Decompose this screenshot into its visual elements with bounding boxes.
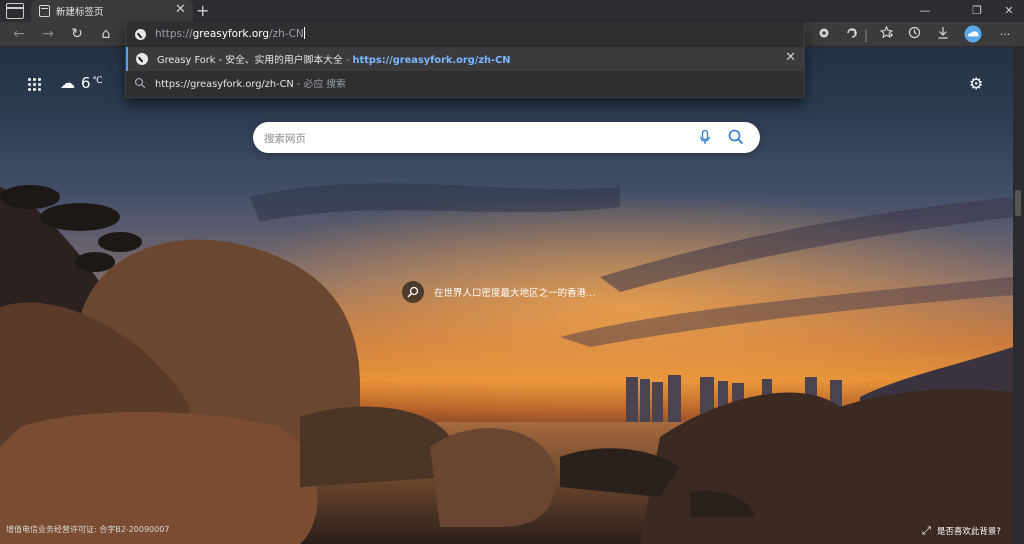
suggestion-text: Greasy Fork - 安全、实用的用户脚本大全 - https://gre… xyxy=(157,52,510,66)
url-path: /zh-CN xyxy=(269,28,304,40)
refresh-button[interactable]: ↻ xyxy=(66,24,88,44)
suggestion-item[interactable]: https://greasyfork.org/zh-CN - 必应 搜索 xyxy=(126,71,804,95)
weather-unit: ℃ xyxy=(92,76,103,86)
suggestion-item[interactable]: Greasy Fork - 安全、实用的用户脚本大全 - https://gre… xyxy=(126,47,804,71)
image-caption[interactable]: 在世界人口密度最大地区之一的香港… xyxy=(434,285,596,299)
profile-icon[interactable] xyxy=(963,25,983,45)
suggestion-url: https://greasyfork.org/zh-CN xyxy=(352,55,511,66)
tab-new-tab[interactable]: 新建标签页 ✕ xyxy=(31,0,193,22)
like-background-text: 是否喜欢此背景? xyxy=(936,527,1001,537)
address-bar[interactable]: https://greasyfork.org/zh-CN xyxy=(126,22,804,47)
history-icon[interactable] xyxy=(904,25,924,45)
sidebar-toggle-handle[interactable] xyxy=(1015,190,1021,216)
greasyfork-favicon-icon xyxy=(136,53,148,65)
address-input[interactable]: https://greasyfork.org/zh-CN xyxy=(155,27,305,40)
suggestion-title: Greasy Fork - 安全、实用的用户脚本大全 xyxy=(157,55,343,66)
search-icon xyxy=(134,77,146,89)
feedback-link[interactable]: ⤢ 是否喜欢此背景? xyxy=(922,524,1001,538)
maximize-button[interactable]: ❐ xyxy=(962,0,992,22)
new-tab-button[interactable]: + xyxy=(196,0,209,21)
sidebar-edge xyxy=(1013,47,1024,544)
cloud-icon: ☁ xyxy=(60,74,75,92)
license-text: 增值电信业务经营许可证: 合字B2-20090007 xyxy=(6,525,170,534)
close-window-button[interactable]: ✕ xyxy=(994,0,1024,22)
search-icon[interactable] xyxy=(728,129,744,145)
suggestion-text: https://greasyfork.org/zh-CN - 必应 搜索 xyxy=(155,76,346,90)
weather-widget[interactable]: ☁ 6 ℃ xyxy=(60,74,103,92)
weather-temperature: 6 xyxy=(81,74,91,92)
tab-strip: 新建标签页 ✕ + — ❐ ✕ xyxy=(0,0,1024,22)
url-scheme: https:// xyxy=(155,28,193,40)
web-search-box[interactable]: 搜索网页 xyxy=(253,122,760,153)
tab-title: 新建标签页 xyxy=(56,7,104,18)
text-caret xyxy=(303,27,305,39)
apps-grid-icon[interactable] xyxy=(28,78,41,91)
more-icon[interactable]: ··· xyxy=(995,25,1015,45)
home-button[interactable]: ⌂ xyxy=(95,24,117,44)
image-search-icon[interactable] xyxy=(402,281,424,303)
remove-suggestion-icon[interactable]: ✕ xyxy=(785,50,796,66)
image-info[interactable]: 在世界人口密度最大地区之一的香港… xyxy=(402,281,596,303)
suggestion-query: https://greasyfork.org/zh-CN xyxy=(155,79,294,90)
expand-icon: ⤢ xyxy=(922,524,931,537)
extension-icon[interactable] xyxy=(814,25,834,45)
microphone-icon[interactable] xyxy=(700,130,710,145)
extension-icon[interactable] xyxy=(842,25,862,45)
forward-button[interactable]: → xyxy=(37,24,59,44)
url-host: greasyfork.org xyxy=(192,28,270,40)
search-input[interactable]: 搜索网页 xyxy=(264,131,306,146)
back-button[interactable]: ← xyxy=(8,24,30,44)
address-bar-dropdown: https://greasyfork.org/zh-CN Greasy Fork… xyxy=(125,22,805,98)
favorites-icon[interactable] xyxy=(876,25,896,45)
suggestion-engine: - 必应 搜索 xyxy=(293,79,346,90)
tab-close-icon[interactable]: ✕ xyxy=(175,2,186,18)
suggestion-separator: - xyxy=(342,55,353,66)
gear-icon[interactable]: ⚙ xyxy=(969,74,983,93)
greasyfork-favicon-icon xyxy=(135,29,146,40)
toolbar-divider: | xyxy=(863,28,869,42)
new-tab-page-icon xyxy=(39,5,50,17)
downloads-icon[interactable] xyxy=(933,25,953,45)
tab-actions-icon[interactable] xyxy=(6,3,24,19)
minimize-button[interactable]: — xyxy=(910,0,940,22)
